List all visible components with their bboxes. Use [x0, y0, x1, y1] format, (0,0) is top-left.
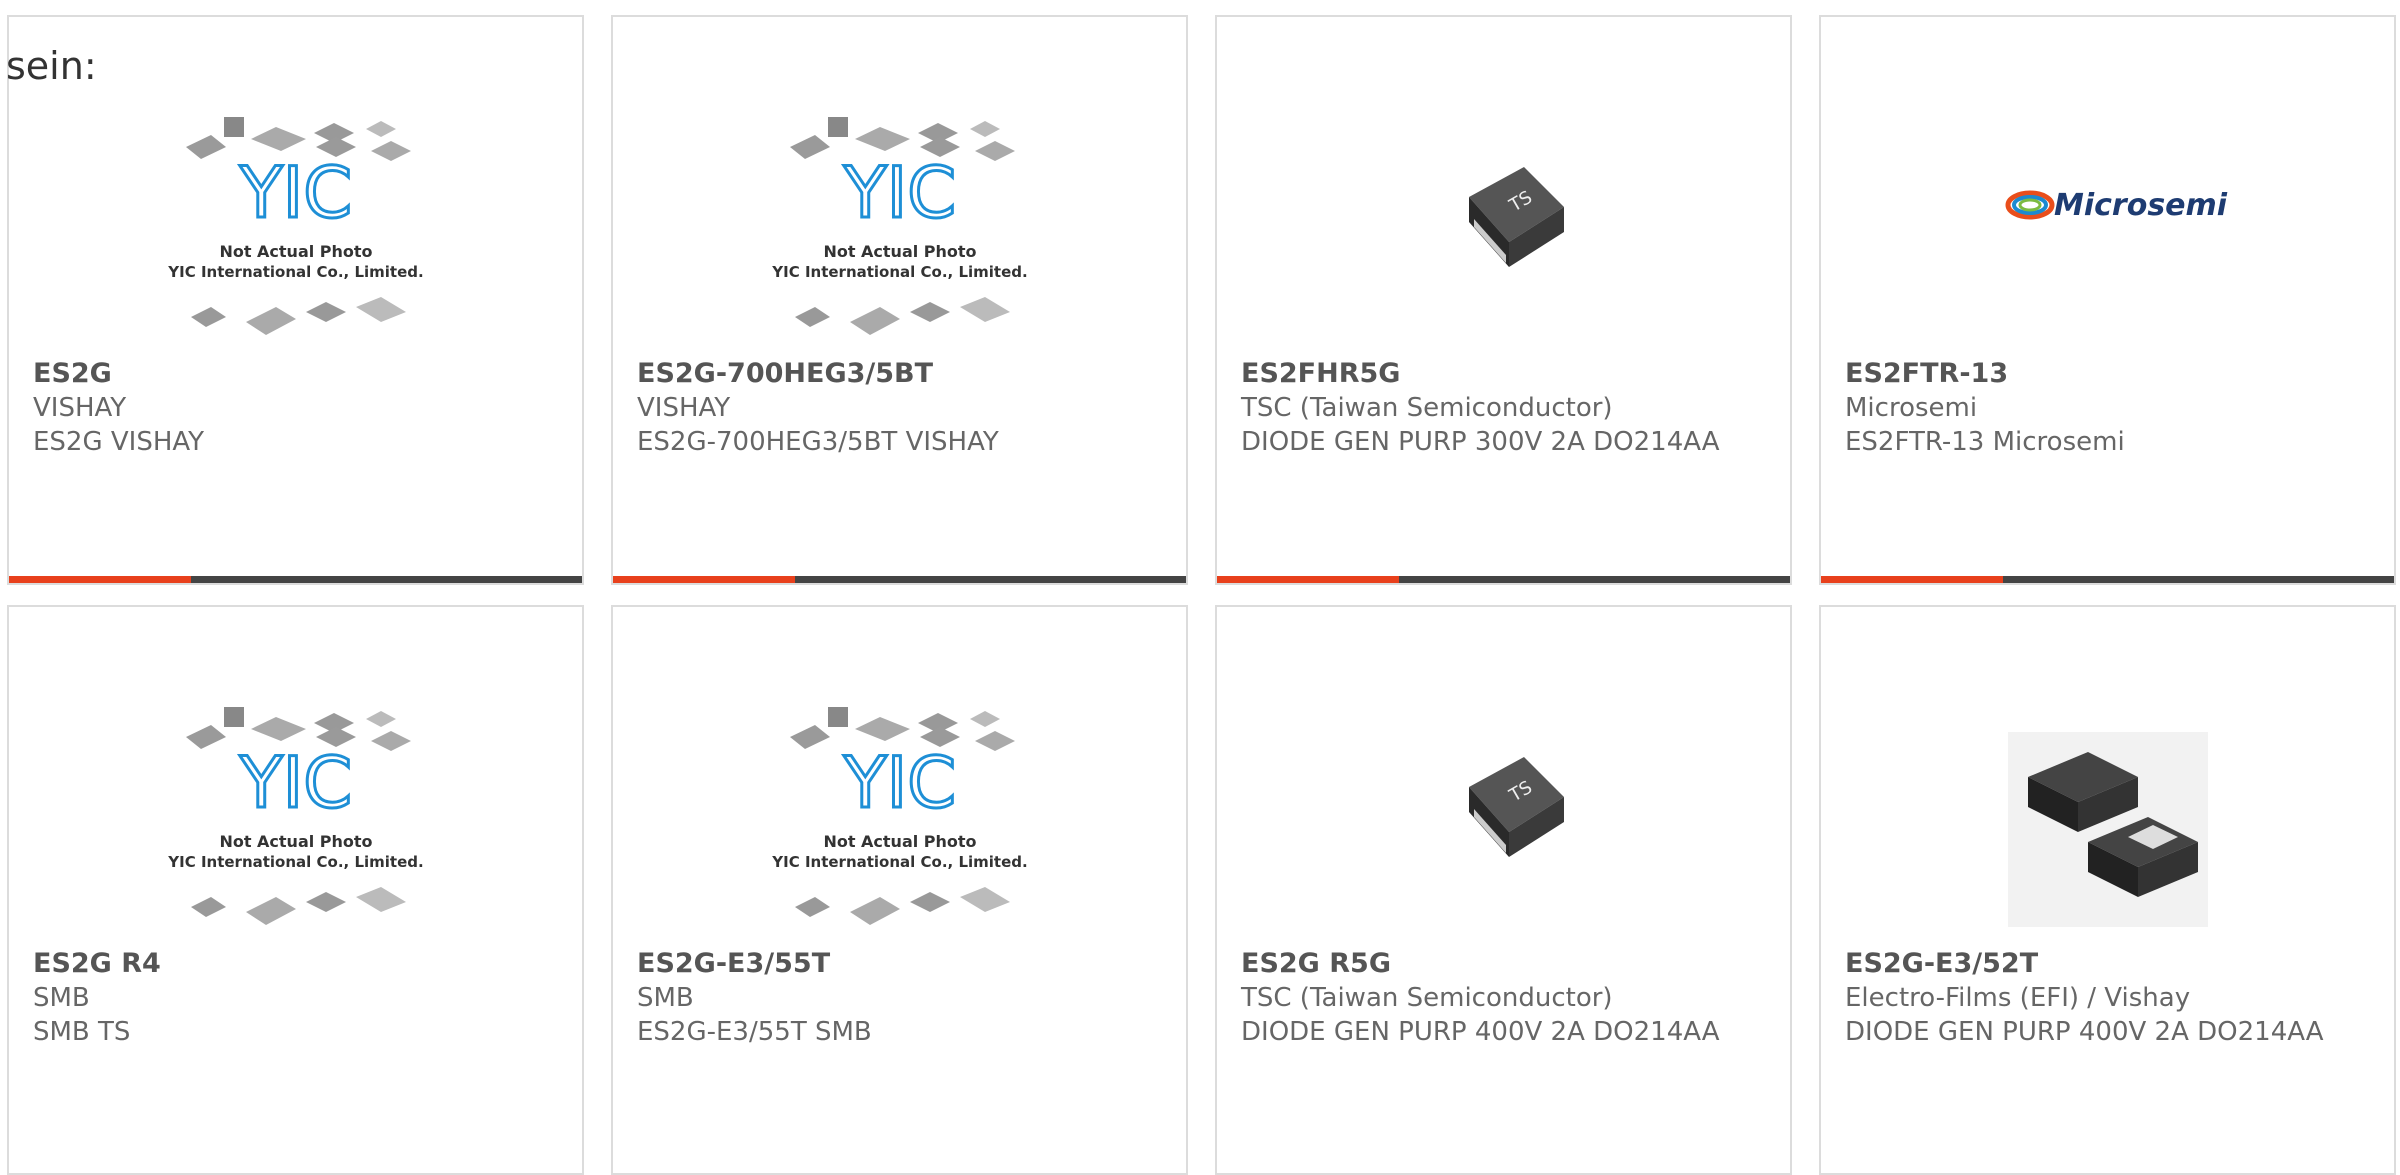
- manufacturer: TSC (Taiwan Semiconductor): [1241, 393, 1613, 423]
- yic-placeholder-icon: YIC Not Actual Photo YIC International C…: [167, 117, 423, 335]
- part-number[interactable]: ES2G R4: [33, 947, 562, 981]
- card-bottom-bar: [1821, 576, 2394, 583]
- manufacturer: Electro-Films (EFI) / Vishay: [1845, 983, 2191, 1013]
- part-number[interactable]: ES2G-E3/55T: [637, 947, 1166, 981]
- part-number[interactable]: ES2FTR-13: [1845, 357, 2374, 391]
- card-bottom-bar: [1217, 576, 1790, 583]
- manufacturer: VISHAY: [33, 393, 127, 423]
- svg-text:Not Actual Photo: Not Actual Photo: [823, 832, 976, 851]
- product-card[interactable]: YIC Not Actual Photo YIC International C…: [611, 605, 1188, 1175]
- yic-placeholder-icon: YIC Not Actual Photo YIC International C…: [771, 117, 1027, 335]
- product-image-diode[interactable]: TS: [1374, 107, 1634, 367]
- intro-text: sein:: [6, 44, 97, 88]
- svg-text:Not Actual Photo: Not Actual Photo: [219, 832, 372, 851]
- product-image-placeholder[interactable]: YIC Not Actual Photo YIC International C…: [770, 697, 1030, 957]
- part-number[interactable]: ES2G-E3/52T: [1845, 947, 2374, 981]
- description: DIODE GEN PURP 400V 2A DO214AA: [1845, 1017, 2324, 1047]
- manufacturer: TSC (Taiwan Semiconductor): [1241, 983, 1613, 1013]
- svg-text:YIC International Co., Limited: YIC International Co., Limited.: [771, 263, 1027, 281]
- description: DIODE GEN PURP 300V 2A DO214AA: [1241, 427, 1720, 457]
- yic-placeholder-icon: YIC Not Actual Photo YIC International C…: [771, 707, 1027, 925]
- svg-text:Not Actual Photo: Not Actual Photo: [823, 242, 976, 261]
- card-bottom-bar: [613, 576, 1186, 583]
- svg-text:YIC: YIC: [238, 742, 351, 824]
- product-image-diode[interactable]: TS: [1374, 697, 1634, 957]
- product-card[interactable]: YIC Not Actual Photo YIC International C…: [611, 15, 1188, 585]
- smb-diode-pair-icon: [2007, 732, 2208, 927]
- product-card[interactable]: ES2G-E3/52T Electro-Films (EFI) / Vishay…: [1819, 605, 2396, 1175]
- product-card[interactable]: YIC Not Actual Photo YIC International C…: [7, 605, 584, 1175]
- description: DIODE GEN PURP 400V 2A DO214AA: [1241, 1017, 1720, 1047]
- manufacturer: Microsemi: [1845, 393, 1978, 423]
- description: SMB TS: [33, 1017, 131, 1047]
- svg-text:Microsemi: Microsemi: [2054, 188, 2228, 223]
- product-image-placeholder[interactable]: YIC Not Actual Photo YIC International C…: [770, 107, 1030, 367]
- yic-placeholder-icon: YIC Not Actual Photo YIC International C…: [167, 707, 423, 925]
- product-card[interactable]: YIC Not Actual Photo YIC International C…: [7, 15, 584, 585]
- svg-text:YIC: YIC: [842, 152, 955, 234]
- svg-text:YIC International Co., Limited: YIC International Co., Limited.: [771, 853, 1027, 871]
- description: ES2G VISHAY: [33, 427, 205, 457]
- svg-text:YIC: YIC: [842, 742, 955, 824]
- manufacturer: SMB: [33, 983, 90, 1013]
- microsemi-logo-icon: Microsemi: [2005, 188, 2228, 223]
- product-card[interactable]: TS ES2FHR5G TSC (Taiwan Semiconductor) D…: [1215, 15, 1792, 585]
- product-image-placeholder[interactable]: YIC Not Actual Photo YIC International C…: [166, 107, 426, 367]
- manufacturer: VISHAY: [637, 393, 731, 423]
- description: ES2FTR-13 Microsemi: [1845, 427, 2125, 457]
- product-image-placeholder[interactable]: YIC Not Actual Photo YIC International C…: [166, 697, 426, 957]
- description: ES2G-E3/55T SMB: [637, 1017, 872, 1047]
- product-image-diode-pair[interactable]: [1978, 697, 2238, 957]
- part-number[interactable]: ES2G: [33, 357, 562, 391]
- product-card[interactable]: Microsemi ES2FTR-13 Microsemi ES2FTR-13 …: [1819, 15, 2396, 585]
- card-bottom-bar: [9, 576, 582, 583]
- manufacturer: SMB: [637, 983, 694, 1013]
- diode-package-icon: TS: [1468, 167, 1564, 267]
- part-number[interactable]: ES2G-700HEG3/5BT: [637, 357, 1166, 391]
- product-card[interactable]: TS ES2G R5G TSC (Taiwan Semiconductor) D…: [1215, 605, 1792, 1175]
- part-number[interactable]: ES2G R5G: [1241, 947, 1770, 981]
- product-image-logo[interactable]: Microsemi: [1978, 107, 2238, 367]
- svg-text:YIC: YIC: [238, 152, 351, 234]
- part-number[interactable]: ES2FHR5G: [1241, 357, 1770, 391]
- diode-package-icon: TS: [1468, 757, 1564, 857]
- svg-text:YIC International Co., Limited: YIC International Co., Limited.: [167, 263, 423, 281]
- svg-text:Not Actual Photo: Not Actual Photo: [219, 242, 372, 261]
- svg-text:YIC International Co., Limited: YIC International Co., Limited.: [167, 853, 423, 871]
- description: ES2G-700HEG3/5BT VISHAY: [637, 427, 999, 457]
